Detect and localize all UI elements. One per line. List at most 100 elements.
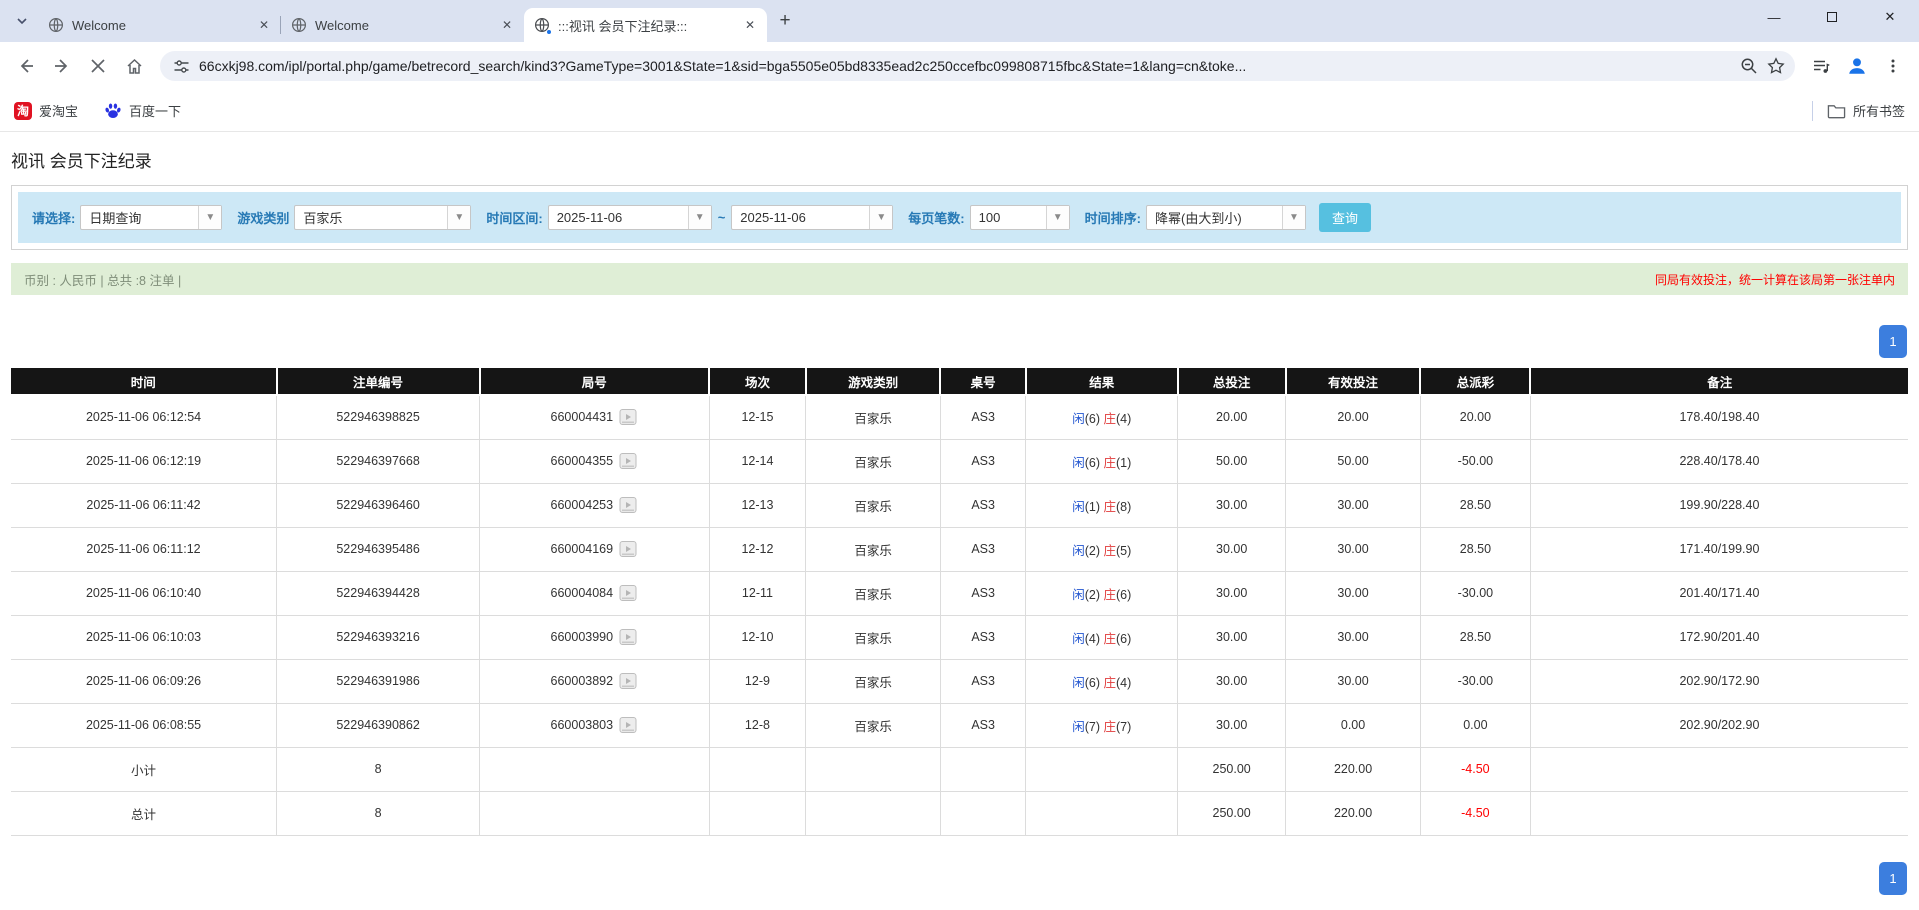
media-controls-icon[interactable]	[1805, 50, 1837, 82]
session-cell: 12-11	[709, 571, 806, 615]
tab-welcome-1[interactable]: Welcome ✕	[38, 8, 281, 42]
game-type-value: 百家乐	[295, 208, 447, 227]
per-page-select[interactable]: 100 ▼	[970, 205, 1070, 230]
empty-cell	[806, 747, 941, 791]
tab-search-chevron-icon[interactable]	[8, 7, 36, 35]
tab-close-icon[interactable]: ✕	[498, 16, 516, 34]
bookmark-label: 爱淘宝	[39, 101, 78, 120]
new-tab-button[interactable]: +	[771, 7, 799, 35]
tab-close-icon[interactable]: ✕	[255, 16, 273, 34]
chevron-down-icon: ▼	[869, 206, 892, 229]
globe-icon	[48, 17, 64, 33]
forward-button[interactable]	[46, 50, 78, 82]
total-bet-link[interactable]: 30.00	[1178, 571, 1286, 615]
remark-cell: 228.40/178.40	[1530, 439, 1908, 483]
remark-cell: 202.90/172.90	[1530, 659, 1908, 703]
zoom-out-icon[interactable]	[1740, 57, 1758, 75]
chevron-down-icon: ▼	[198, 206, 221, 229]
video-replay-icon[interactable]	[618, 407, 638, 427]
browser-menu-icon[interactable]	[1877, 50, 1909, 82]
total-bet-link[interactable]: 20.00	[1178, 395, 1286, 439]
chevron-down-icon: ▼	[688, 206, 711, 229]
pagination-page-1-top[interactable]: 1	[1879, 325, 1907, 358]
all-bookmarks-button[interactable]: 所有书签	[1827, 101, 1905, 120]
result-cell: 闲(2) 庄(6)	[1026, 571, 1178, 615]
player-result: 闲	[1072, 456, 1085, 470]
bet-id-cell: 522946398825	[277, 395, 480, 439]
date-range-tilde: ~	[718, 210, 726, 225]
video-replay-icon[interactable]	[618, 495, 638, 515]
payout-cell: -30.00	[1420, 571, 1530, 615]
total-row-count: 8	[277, 791, 480, 835]
tab-welcome-2[interactable]: Welcome ✕	[281, 8, 524, 42]
bookmark-baidu[interactable]: 百度一下	[104, 101, 181, 120]
url-text[interactable]: 66cxkj98.com/ipl/portal.php/game/betreco…	[199, 58, 1731, 74]
time-cell: 2025-11-06 06:12:54	[11, 395, 277, 439]
empty-cell	[1530, 747, 1908, 791]
folder-icon	[1827, 103, 1846, 119]
table-row: 2025-11-06 06:12:54522946398825660004431…	[11, 395, 1908, 439]
bookmark-star-icon[interactable]	[1767, 57, 1785, 75]
banker-result: 庄	[1103, 412, 1116, 426]
total-bet-link[interactable]: 30.00	[1178, 483, 1286, 527]
session-cell: 12-8	[709, 703, 806, 747]
tab-betrecord-active[interactable]: :::视讯 会员下注纪录::: ✕	[524, 8, 767, 42]
round-id: 660003892	[551, 674, 614, 688]
home-button[interactable]	[118, 50, 150, 82]
game-type-select[interactable]: 百家乐 ▼	[294, 205, 471, 230]
stop-loading-button[interactable]	[82, 50, 114, 82]
result-cell: 闲(7) 庄(7)	[1026, 703, 1178, 747]
total-bet-link[interactable]: 50.00	[1178, 439, 1286, 483]
same-round-note: 同局有效投注，统一计算在该局第一张注单内	[1655, 271, 1895, 288]
window-close-button[interactable]: ✕	[1861, 0, 1919, 34]
total-bet-link[interactable]: 30.00	[1178, 615, 1286, 659]
video-replay-icon[interactable]	[618, 451, 638, 471]
video-replay-icon[interactable]	[618, 539, 638, 559]
sort-label: 时间排序:	[1085, 208, 1141, 227]
time-cell: 2025-11-06 06:11:42	[11, 483, 277, 527]
date-to-select[interactable]: 2025-11-06 ▼	[731, 205, 893, 230]
round-id: 660003990	[551, 630, 614, 644]
total-bet-link[interactable]: 30.00	[1178, 527, 1286, 571]
total-bet-link[interactable]: 30.00	[1178, 659, 1286, 703]
baidu-paw-icon	[104, 102, 122, 120]
video-replay-icon[interactable]	[618, 715, 638, 735]
date-from-select[interactable]: 2025-11-06 ▼	[548, 205, 712, 230]
search-button[interactable]: 查询	[1319, 203, 1371, 232]
bet-id-cell: 522946395486	[277, 527, 480, 571]
bookmark-aitaobao[interactable]: 淘 爱淘宝	[14, 101, 78, 120]
pagination-page-1-bottom[interactable]: 1	[1879, 862, 1907, 895]
window-maximize-button[interactable]	[1803, 0, 1861, 34]
subtotal-row-valid-bet: 220.00	[1286, 747, 1421, 791]
tab-close-icon[interactable]: ✕	[741, 16, 759, 34]
round-cell: 660004431	[480, 395, 710, 439]
round-cell: 660004084	[480, 571, 710, 615]
video-replay-icon[interactable]	[618, 627, 638, 647]
player-result: 闲	[1072, 588, 1085, 602]
total-bet-link[interactable]: 30.00	[1178, 703, 1286, 747]
header-payout: 总派彩	[1420, 368, 1530, 395]
tab-title: :::视讯 会员下注纪录:::	[558, 16, 733, 35]
game-type-cell: 百家乐	[806, 395, 941, 439]
tab-title: Welcome	[72, 18, 247, 33]
player-result: 闲	[1072, 632, 1085, 646]
currency-total-text: 币别 : 人民币 | 总共 :8 注单 |	[24, 270, 181, 289]
video-replay-icon[interactable]	[618, 671, 638, 691]
address-bar[interactable]: 66cxkj98.com/ipl/portal.php/game/betreco…	[160, 51, 1795, 81]
table-row: 2025-11-06 06:08:55522946390862660003803…	[11, 703, 1908, 747]
game-type-cell: 百家乐	[806, 571, 941, 615]
header-table-no: 桌号	[940, 368, 1025, 395]
table-no-cell: AS3	[940, 527, 1025, 571]
round-id: 660004253	[551, 498, 614, 512]
back-button[interactable]	[10, 50, 42, 82]
result-cell: 闲(1) 庄(8)	[1026, 483, 1178, 527]
round-cell: 660003803	[480, 703, 710, 747]
query-type-select[interactable]: 日期查询 ▼	[80, 205, 222, 230]
summary-bar: 币别 : 人民币 | 总共 :8 注单 | 同局有效投注，统一计算在该局第一张注…	[11, 263, 1908, 295]
profile-avatar[interactable]	[1841, 50, 1873, 82]
sort-select[interactable]: 降幂(由大到小) ▼	[1146, 205, 1306, 230]
header-game-type: 游戏类别	[806, 368, 941, 395]
video-replay-icon[interactable]	[618, 583, 638, 603]
site-settings-icon[interactable]	[172, 57, 190, 75]
window-minimize-button[interactable]: —	[1745, 0, 1803, 34]
